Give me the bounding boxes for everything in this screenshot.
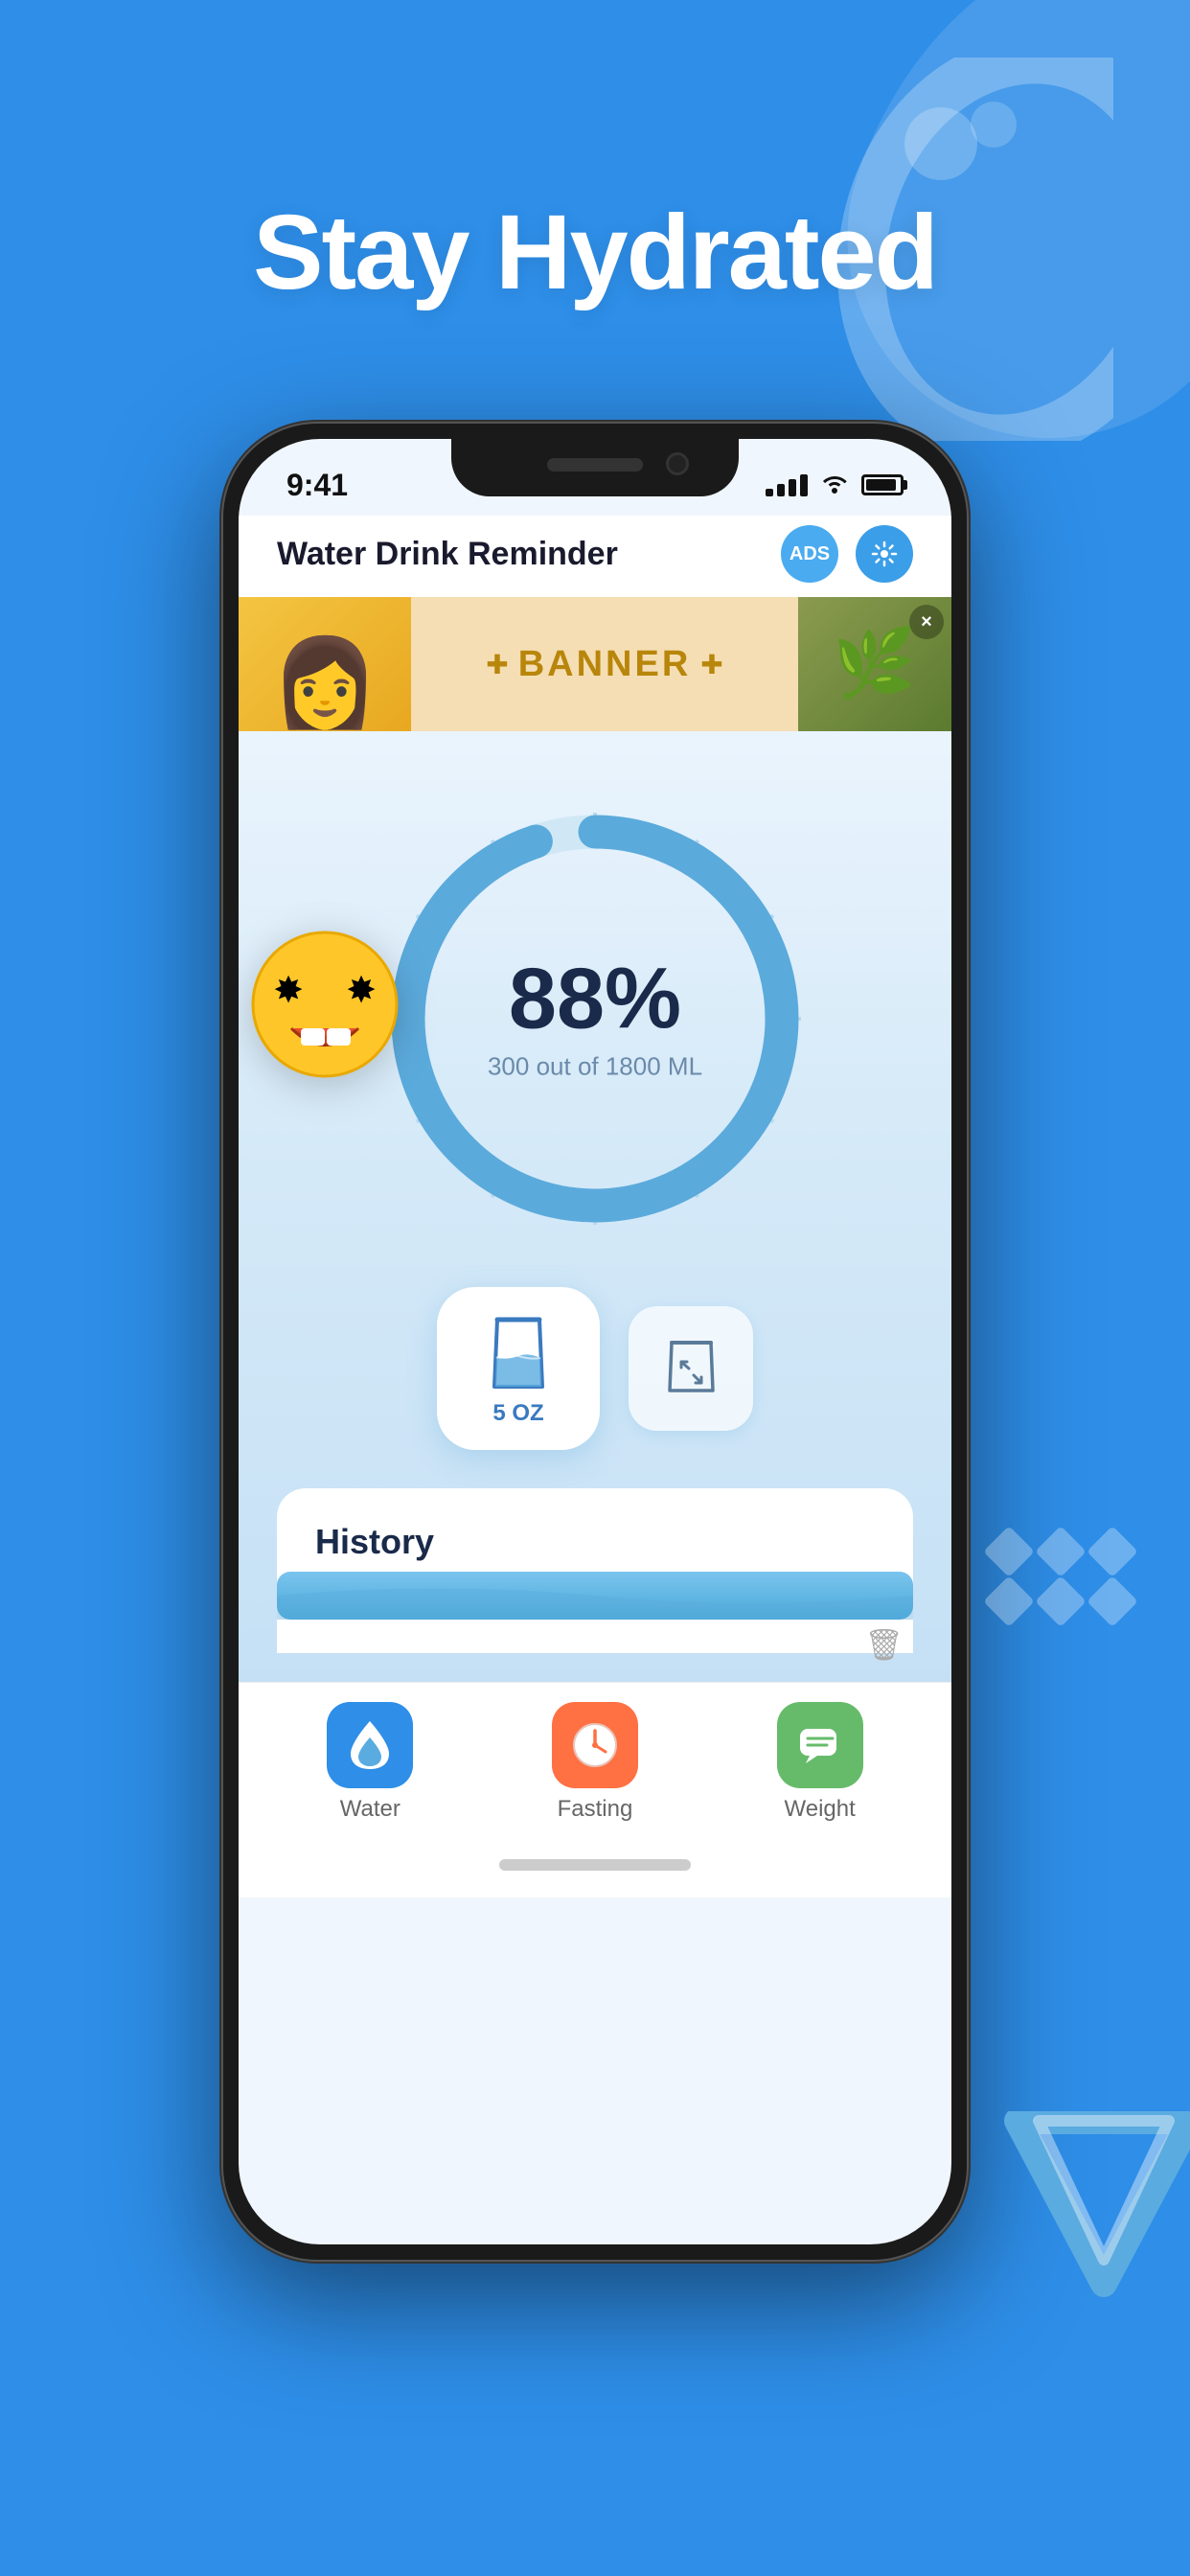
signal-bar-3: [789, 479, 796, 496]
v-shape-decoration: [998, 2111, 1190, 2308]
nav-item-weight[interactable]: Weight: [753, 1702, 887, 1823]
history-title: History: [315, 1522, 875, 1562]
progress-circle-container: 88% 300 out of 1800 ML: [365, 789, 825, 1249]
nav-fasting-icon-wrapper: [552, 1702, 638, 1788]
progress-percentage: 88%: [488, 956, 702, 1043]
banner-close-button[interactable]: ×: [909, 605, 944, 639]
home-indicator-area: [239, 1852, 951, 1898]
signal-bar-4: [800, 474, 808, 496]
signal-bar-2: [777, 484, 785, 496]
hero-title: Stay Hydrated: [0, 192, 1190, 313]
home-indicator: [499, 1859, 691, 1871]
nav-item-fasting[interactable]: Fasting: [528, 1702, 662, 1823]
diamond-6: [1087, 1576, 1138, 1627]
diamond-decorations: [991, 1533, 1133, 1620]
nav-weight-icon-wrapper: [777, 1702, 863, 1788]
nav-weight-label: Weight: [785, 1796, 856, 1823]
app-header: Water Drink Reminder ADS: [239, 516, 951, 597]
history-wave: [277, 1572, 913, 1620]
phone-screen: 9:41 Wat: [239, 439, 951, 2244]
app-title: Water Drink Reminder: [277, 536, 618, 573]
diamond-3: [1087, 1526, 1138, 1577]
battery-fill: [866, 479, 896, 491]
battery-icon: [861, 474, 904, 495]
phone-mockup: 9:41 Wat: [221, 422, 969, 2262]
nav-water-icon-wrapper: [327, 1702, 413, 1788]
settings-button[interactable]: [856, 525, 913, 583]
water-amount-label: 5 OZ: [492, 1400, 543, 1427]
ads-button[interactable]: ADS: [781, 525, 838, 583]
banner-ad[interactable]: 👩 ✚ BANNER ✚ 🌿 ×: [239, 597, 951, 731]
nav-water-label: Water: [340, 1796, 400, 1823]
add-water-primary-button[interactable]: 5 OZ: [437, 1287, 600, 1450]
signal-bar-1: [766, 489, 773, 496]
emoji-mascot: ✸ ✸: [248, 928, 401, 1110]
banner-left-illustration: 👩: [239, 597, 411, 731]
svg-text:✸: ✸: [346, 971, 377, 1011]
main-content: ✸ ✸: [239, 731, 951, 1682]
phone-frame: 9:41 Wat: [221, 422, 969, 2262]
camera: [666, 452, 689, 475]
banner-text: BANNER: [518, 644, 692, 685]
history-section: History 🗑: [277, 1488, 913, 1653]
svg-text:✸: ✸: [273, 971, 304, 1011]
status-icons: [766, 471, 904, 500]
add-water-custom-button[interactable]: [629, 1306, 753, 1431]
quick-add-section: 5 OZ: [277, 1287, 913, 1450]
speaker: [547, 458, 643, 472]
progress-area: ✸ ✸: [277, 789, 913, 1249]
notch: [451, 439, 739, 496]
banner-center: ✚ BANNER ✚: [411, 644, 798, 685]
diamond-1: [983, 1526, 1035, 1577]
header-icons: ADS: [781, 525, 913, 583]
nav-item-water[interactable]: Water: [303, 1702, 437, 1823]
wifi-icon: [819, 471, 850, 500]
bottom-nav: Water Fasting: [239, 1682, 951, 1852]
nav-fasting-label: Fasting: [558, 1796, 633, 1823]
trash-icon[interactable]: 🗑: [864, 1626, 904, 1663]
diamond-4: [983, 1576, 1035, 1627]
signal-bars: [766, 474, 808, 496]
status-time: 9:41: [286, 468, 348, 503]
circle-text: 88% 300 out of 1800 ML: [488, 956, 702, 1082]
progress-subtitle: 300 out of 1800 ML: [488, 1052, 702, 1082]
diamond-2: [1035, 1526, 1087, 1577]
diamond-5: [1035, 1576, 1087, 1627]
